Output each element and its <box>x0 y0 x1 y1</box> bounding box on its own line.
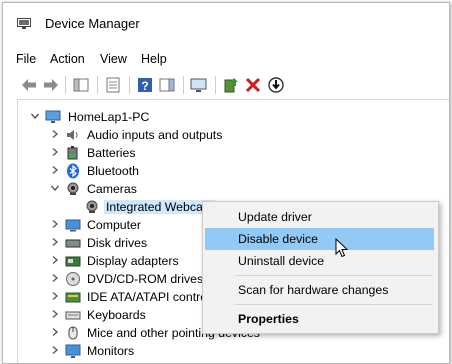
context-item-label: Scan for hardware changes <box>238 283 389 297</box>
context-item-label: Uninstall device <box>238 254 325 268</box>
back-arrow-icon[interactable] <box>19 75 39 95</box>
chevron-right-icon[interactable] <box>50 237 60 247</box>
enable-device-down-arrow-icon[interactable] <box>266 75 286 95</box>
menu-help[interactable]: Help <box>141 52 167 66</box>
context-separator <box>235 304 432 305</box>
context-item-label: Disable device <box>238 232 318 246</box>
tree-item-batteries[interactable]: Batteries <box>18 144 438 162</box>
webcam-icon <box>84 199 100 215</box>
toolbar-separator <box>97 76 98 94</box>
tree-item-label: DVD/CD-ROM drives <box>87 272 204 286</box>
chevron-right-icon[interactable] <box>50 255 60 265</box>
title-bar[interactable]: Device Manager <box>3 3 449 43</box>
context-item-label: Update driver <box>238 210 312 224</box>
update-driver-icon[interactable] <box>221 75 241 95</box>
tree-item-label: Display adapters <box>87 254 179 268</box>
toolbar-separator <box>183 76 184 94</box>
mouse-icon <box>65 325 81 341</box>
chevron-right-icon[interactable] <box>50 273 60 283</box>
tree-item-audio[interactable]: Audio inputs and outputs <box>18 126 438 144</box>
menu-view[interactable]: View <box>100 52 127 66</box>
camera-icon <box>65 181 81 197</box>
tree-item-bluetooth[interactable]: Bluetooth <box>18 162 438 180</box>
window-title: Device Manager <box>45 16 140 31</box>
tree-item-cameras[interactable]: Cameras <box>18 180 438 198</box>
dvd-drive-icon <box>65 271 81 287</box>
scan-hardware-monitor-icon[interactable] <box>189 75 209 95</box>
chevron-right-icon[interactable] <box>50 309 60 319</box>
tree-item-label: Disk drives <box>87 236 148 250</box>
tree-item-label: Monitors <box>87 344 135 358</box>
chevron-right-icon[interactable] <box>50 291 60 301</box>
context-disable-device[interactable]: Disable device <box>205 228 434 250</box>
properties-sheet-icon[interactable] <box>103 75 123 95</box>
context-scan-hardware[interactable]: Scan for hardware changes <box>205 279 434 301</box>
bluetooth-icon <box>65 163 81 179</box>
tree-item-label: Cameras <box>87 182 137 196</box>
action-pane-icon[interactable] <box>157 75 177 95</box>
chevron-right-icon[interactable] <box>50 219 60 229</box>
chevron-right-icon[interactable] <box>50 345 60 355</box>
menu-bar: File Action View Help <box>3 47 449 69</box>
computer-icon <box>65 217 81 233</box>
device-manager-app-icon <box>17 18 31 30</box>
help-icon[interactable]: ? <box>135 75 155 95</box>
chevron-right-icon[interactable] <box>50 327 60 337</box>
context-separator <box>235 275 432 276</box>
uninstall-x-icon[interactable] <box>243 75 263 95</box>
chevron-down-icon[interactable] <box>30 111 40 121</box>
display-adapter-icon <box>65 253 81 269</box>
tree-item-label: Keyboards <box>87 308 146 322</box>
tree-root-label: HomeLap1-PC <box>68 110 150 124</box>
context-menu: Update driver Disable device Uninstall d… <box>202 201 439 334</box>
tree-item-label: Audio inputs and outputs <box>87 128 223 142</box>
tree-root-row[interactable]: HomeLap1-PC <box>18 108 438 126</box>
menu-file[interactable]: File <box>16 52 36 66</box>
tree-item-label: Computer <box>87 218 141 232</box>
toolbar-separator <box>65 76 66 94</box>
svg-text:?: ? <box>141 79 148 93</box>
context-update-driver[interactable]: Update driver <box>205 206 434 228</box>
menu-action[interactable]: Action <box>50 52 85 66</box>
mouse-cursor-icon <box>335 237 349 259</box>
keyboard-icon <box>65 307 81 323</box>
tree-item-monitors[interactable]: Monitors <box>18 342 438 360</box>
context-uninstall-device[interactable]: Uninstall device <box>205 250 434 272</box>
context-item-label: Properties <box>238 312 299 326</box>
chevron-down-icon[interactable] <box>50 183 60 193</box>
ide-controller-icon <box>65 289 81 305</box>
chevron-right-icon[interactable] <box>50 129 60 139</box>
forward-arrow-icon[interactable] <box>41 75 61 95</box>
show-hide-console-tree-icon[interactable] <box>71 75 91 95</box>
tree-item-label: Integrated Webcam <box>104 200 216 214</box>
tree-item-label: Bluetooth <box>87 164 139 178</box>
battery-icon <box>65 145 81 161</box>
computer-icon <box>45 109 61 125</box>
tree-item-label: Batteries <box>87 146 136 160</box>
disk-drive-icon <box>65 235 81 251</box>
chevron-right-icon[interactable] <box>50 147 60 157</box>
toolbar-separator <box>129 76 130 94</box>
speaker-icon <box>65 127 81 143</box>
context-properties[interactable]: Properties <box>205 308 434 330</box>
chevron-right-icon[interactable] <box>50 165 60 175</box>
toolbar-separator <box>215 76 216 94</box>
monitor-icon <box>65 343 81 359</box>
toolbar: ? <box>17 73 449 97</box>
